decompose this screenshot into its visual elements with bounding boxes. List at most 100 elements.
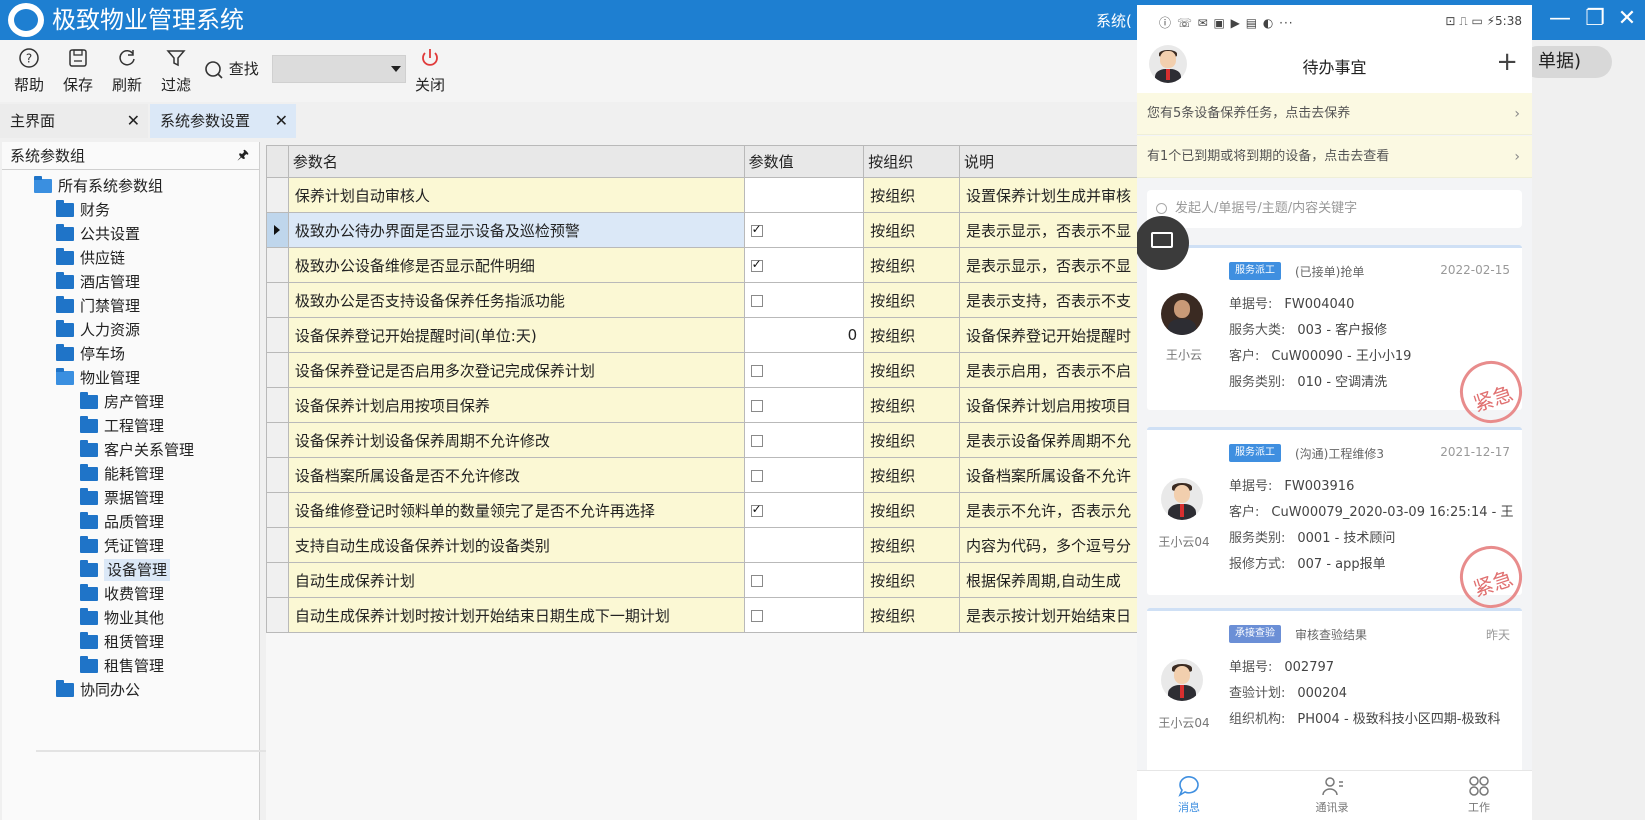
param-value-cell[interactable] xyxy=(743,527,865,563)
param-value-cell[interactable] xyxy=(743,492,865,528)
param-name-cell[interactable]: 设备档案所属设备是否不允许修改 xyxy=(287,457,745,493)
param-name-cell[interactable]: 设备保养登记开始提醒时间(单位:天) xyxy=(287,317,745,353)
row-header[interactable] xyxy=(266,387,289,423)
param-value-cell[interactable] xyxy=(743,457,865,493)
description-cell[interactable]: 设备保养计划启用按项目 xyxy=(959,387,1140,423)
pin-icon[interactable]: 🖈 xyxy=(237,142,249,170)
by-org-cell[interactable]: 按组织 xyxy=(863,352,960,388)
table-row[interactable]: 极致办公待办界面是否显示设备及巡检预警 按组织是表示显示，否表示不显 xyxy=(266,212,1140,248)
tree-node-subgroup[interactable]: 设备管理 xyxy=(80,559,171,581)
tree-node-group[interactable]: 门禁管理 xyxy=(56,295,140,317)
tree-node-group[interactable]: 财务 xyxy=(56,199,110,221)
param-value-cell[interactable] xyxy=(743,387,865,423)
table-row[interactable]: 设备保养计划设备保养周期不允许修改 按组织 是表示设备保养周期不允 xyxy=(266,422,1140,458)
param-value-checkbox[interactable] xyxy=(750,574,763,587)
by-org-cell[interactable]: 按组织 xyxy=(863,282,960,318)
screen-cast-button[interactable] xyxy=(1137,216,1189,270)
description-cell[interactable]: 是表示按计划开始结束日 xyxy=(959,597,1140,633)
param-value-checkbox[interactable] xyxy=(750,502,763,517)
by-org-cell[interactable]: 按组织 xyxy=(863,247,960,283)
tree-node-subgroup[interactable]: 租售管理 xyxy=(80,655,164,677)
param-value-cell[interactable] xyxy=(743,212,865,248)
tree-node-subgroup[interactable]: 工程管理 xyxy=(80,415,164,437)
row-header[interactable] xyxy=(266,317,289,353)
param-name-cell[interactable]: 极致办公待办界面是否显示设备及巡检预警 xyxy=(287,212,745,248)
param-value-checkbox[interactable] xyxy=(750,434,763,447)
tree-node-subgroup[interactable]: 租赁管理 xyxy=(80,631,164,653)
tab-main[interactable]: 主界面 ✕ xyxy=(0,104,148,138)
param-name-cell[interactable]: 极致办公是否支持设备保养任务指派功能 xyxy=(287,282,745,318)
column-header-param-name[interactable]: 参数名 xyxy=(287,145,745,178)
tab-messages[interactable]: 消息 xyxy=(1159,773,1219,815)
tab-contacts[interactable]: 通讯录 xyxy=(1302,773,1362,815)
param-value-cell[interactable]: 0 xyxy=(743,317,865,353)
row-header[interactable] xyxy=(266,247,289,283)
row-header[interactable] xyxy=(266,352,289,388)
param-value-checkbox[interactable] xyxy=(750,294,763,307)
table-row[interactable]: 保养计划自动审核人 按组织 设置保养计划生成并审核 xyxy=(266,177,1140,213)
tree-node-subgroup[interactable]: 票据管理 xyxy=(80,487,164,509)
table-row[interactable]: 极致办公设备维修是否显示配件明细 按组织是表示显示，否表示不显 xyxy=(266,247,1140,283)
description-cell[interactable]: 根据保养周期,自动生成 xyxy=(959,562,1140,598)
tree-node-subgroup[interactable]: 能耗管理 xyxy=(80,463,164,485)
description-cell[interactable]: 设备保养登记开始提醒时 xyxy=(959,317,1140,353)
todo-card[interactable]: 王小云04 服务派工 (沟通)工程维修3 2021-12-17 单据号: FW003916… xyxy=(1147,427,1531,617)
by-org-cell[interactable]: 按组织 xyxy=(863,562,960,598)
param-value-cell[interactable] xyxy=(743,247,865,283)
table-row[interactable]: 设备维修登记时领料单的数量领完了是否不允许再选择 按组织是表示不允许，否表示允 xyxy=(266,492,1140,528)
description-cell[interactable]: 设置保养计划生成并审核 xyxy=(959,177,1140,213)
row-header[interactable] xyxy=(266,422,289,458)
tree-node-group[interactable]: 协同办公 xyxy=(56,679,140,701)
row-header[interactable] xyxy=(266,527,289,563)
table-row[interactable]: 设备保养登记开始提醒时间(单位:天) 0 按组织 设备保养登记开始提醒时 xyxy=(266,317,1140,353)
row-header[interactable] xyxy=(266,282,289,318)
param-name-cell[interactable]: 设备保养登记是否启用多次登记完成保养计划 xyxy=(287,352,745,388)
tree-node-group[interactable]: 物业管理 xyxy=(56,367,140,389)
by-org-cell[interactable]: 按组织 xyxy=(863,387,960,423)
row-header[interactable] xyxy=(266,177,289,213)
param-name-cell[interactable]: 极致办公设备维修是否显示配件明细 xyxy=(287,247,745,283)
row-header[interactable] xyxy=(266,597,289,633)
todo-card[interactable]: 王小云04 承接查验 审核查验结果 昨天 单据号: 002797 查验计划: 000204 组织… xyxy=(1147,608,1522,773)
minimize-icon[interactable]: — xyxy=(1545,4,1575,34)
by-org-cell[interactable]: 按组织 xyxy=(863,317,960,353)
tree-node-root[interactable]: 所有系统参数组 xyxy=(34,175,163,197)
param-value-checkbox[interactable] xyxy=(750,469,763,482)
description-cell[interactable]: 是表示支持，否表示不支 xyxy=(959,282,1140,318)
tree-node-group[interactable]: 供应链 xyxy=(56,247,125,269)
param-name-cell[interactable]: 支持自动生成设备保养计划的设备类别 xyxy=(287,527,745,563)
by-org-cell[interactable]: 按组织 xyxy=(863,422,960,458)
param-value-checkbox[interactable] xyxy=(750,222,763,237)
todo-card[interactable]: 王小云 服务派工 (已接单)抢单 2022-02-15 单据号: FW004040 服务大类… xyxy=(1147,245,1531,432)
tree-node-subgroup[interactable]: 物业其他 xyxy=(80,607,164,629)
find-button[interactable]: 查找 xyxy=(204,58,259,80)
by-org-cell[interactable]: 按组织 xyxy=(863,492,960,528)
tree-node-subgroup[interactable]: 房产管理 xyxy=(80,391,164,413)
by-org-cell[interactable]: 按组织 xyxy=(863,597,960,633)
table-row[interactable]: 设备保养登记是否启用多次登记完成保养计划 按组织 是表示启用，否表示不启 xyxy=(266,352,1140,388)
table-row[interactable]: 自动生成保养计划 按组织 根据保养周期,自动生成 xyxy=(266,562,1140,598)
param-value-cell[interactable] xyxy=(743,422,865,458)
filter-button[interactable]: 过滤 xyxy=(154,44,198,95)
table-row[interactable]: 自动生成保养计划时按计划开始结束日期生成下一期计划 按组织 是表示按计划开始结束日 xyxy=(266,597,1140,633)
expiring-device-notice[interactable]: 有1个已到期或将到期的设备，点击去查看 › xyxy=(1137,136,1532,178)
row-header[interactable] xyxy=(266,212,289,248)
description-cell[interactable]: 是表示显示，否表示不显 xyxy=(959,212,1140,248)
search-input[interactable]: 发起人/单据号/主题/内容关键字 xyxy=(1147,190,1522,228)
param-name-cell[interactable]: 保养计划自动审核人 xyxy=(287,177,745,213)
tree-node-group[interactable]: 停车场 xyxy=(56,343,125,365)
description-cell[interactable]: 是表示显示，否表示不显 xyxy=(959,247,1140,283)
tree-node-subgroup[interactable]: 凭证管理 xyxy=(80,535,164,557)
description-cell[interactable]: 是表示设备保养周期不允 xyxy=(959,422,1140,458)
column-header-by-org[interactable]: 按组织 xyxy=(863,145,960,178)
param-name-cell[interactable]: 设备维修登记时领料单的数量领完了是否不允许再选择 xyxy=(287,492,745,528)
table-row[interactable]: 极致办公是否支持设备保养任务指派功能 按组织 是表示支持，否表示不支 xyxy=(266,282,1140,318)
close-icon[interactable]: ✕ xyxy=(275,104,288,138)
param-name-cell[interactable]: 自动生成保养计划 xyxy=(287,562,745,598)
param-value-cell[interactable] xyxy=(743,352,865,388)
param-name-cell[interactable]: 设备保养计划设备保养周期不允许修改 xyxy=(287,422,745,458)
param-name-cell[interactable]: 设备保养计划启用按项目保养 xyxy=(287,387,745,423)
column-header-description[interactable]: 说明 xyxy=(959,145,1140,178)
tree-node-subgroup[interactable]: 品质管理 xyxy=(80,511,164,533)
save-button[interactable]: 保存 xyxy=(56,44,100,95)
